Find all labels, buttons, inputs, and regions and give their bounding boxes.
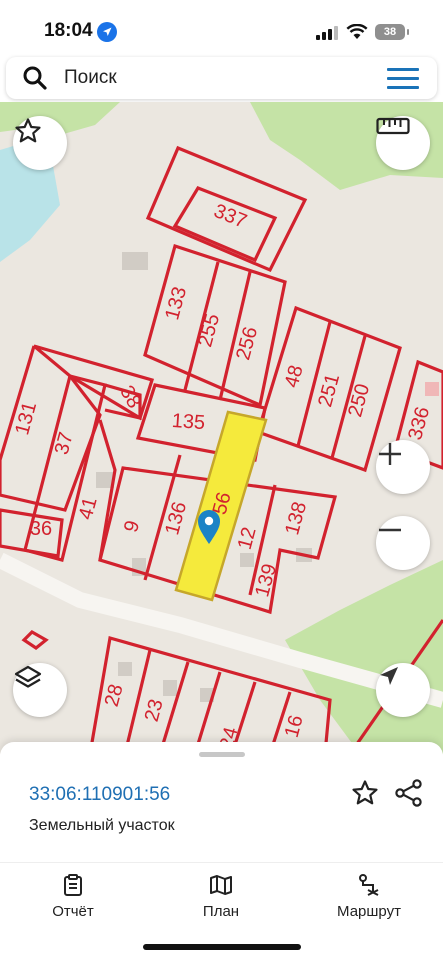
parcel-label-28: 28 xyxy=(101,682,128,709)
battery-level: 38 xyxy=(375,24,405,40)
sheet-drag-handle[interactable] xyxy=(199,752,245,757)
wifi-icon xyxy=(346,24,368,39)
parcel-label-48: 48 xyxy=(281,363,308,390)
share-icon[interactable] xyxy=(394,778,424,808)
parcel-info-sheet[interactable]: 33:06:110901:56 Земельный участок xyxy=(0,742,443,862)
battery-icon xyxy=(407,29,409,35)
star-outline-icon[interactable] xyxy=(350,778,380,808)
tab-label-report: Отчёт xyxy=(52,903,94,920)
ruler-button[interactable] xyxy=(376,116,430,170)
parcel-label-9: 9 xyxy=(120,518,144,534)
parcel-label-133: 133 xyxy=(161,284,191,322)
parcel-label-41: 41 xyxy=(75,495,102,522)
cellular-signal-icon xyxy=(316,26,338,40)
search-bar xyxy=(6,57,437,99)
parcel-label-251: 251 xyxy=(314,371,344,409)
map-icon xyxy=(210,875,232,895)
hamburger-menu-icon[interactable] xyxy=(387,68,419,90)
tab-label-route: Маршрут xyxy=(337,903,401,920)
my-location-button[interactable] xyxy=(376,663,430,717)
cadastral-map[interactable]: 337 133 255 256 48 251 250 131 38 135 37… xyxy=(0,102,443,754)
star-outline-icon xyxy=(15,118,41,143)
tab-plan[interactable]: План xyxy=(166,873,276,921)
clipboard-icon xyxy=(64,874,82,896)
parcel-label-138: 138 xyxy=(281,499,311,537)
tab-report[interactable]: Отчёт xyxy=(18,873,128,921)
parcel-label-23: 23 xyxy=(141,697,168,724)
parcel-label-135: 135 xyxy=(171,410,206,434)
home-indicator xyxy=(143,944,301,950)
search-icon[interactable] xyxy=(22,65,48,91)
cadastral-number[interactable]: 33:06:110901:56 xyxy=(29,784,170,806)
route-icon xyxy=(359,874,379,896)
zoom-in-button[interactable] xyxy=(376,440,430,494)
tab-label-plan: План xyxy=(202,903,240,920)
minus-icon xyxy=(379,528,401,532)
search-input[interactable] xyxy=(64,65,364,91)
parcel-label-12: 12 xyxy=(234,525,261,552)
plus-icon xyxy=(379,443,401,465)
parcel-label-16: 16 xyxy=(281,713,308,740)
map-canvas: 337 133 255 256 48 251 250 131 38 135 37… xyxy=(0,102,443,754)
layers-icon xyxy=(14,665,42,688)
parcel-label-250: 250 xyxy=(344,381,374,419)
tab-route[interactable]: Маршрут xyxy=(314,873,424,921)
favorite-button[interactable] xyxy=(13,116,67,170)
navigation-arrow-icon xyxy=(380,667,398,685)
parcel-label-255: 255 xyxy=(194,311,224,349)
parcel-label-37: 37 xyxy=(51,430,78,457)
status-time: 18:04 xyxy=(44,20,93,41)
parcel-label-336: 336 xyxy=(404,404,434,442)
zoom-out-button[interactable] xyxy=(376,516,430,570)
layers-button[interactable] xyxy=(13,663,67,717)
ruler-icon xyxy=(376,117,410,135)
parcel-label-36: 36 xyxy=(30,518,52,540)
object-type: Земельный участок xyxy=(29,817,175,834)
location-arrow-icon xyxy=(97,22,117,42)
status-bar: 18:04 38 xyxy=(0,0,443,60)
